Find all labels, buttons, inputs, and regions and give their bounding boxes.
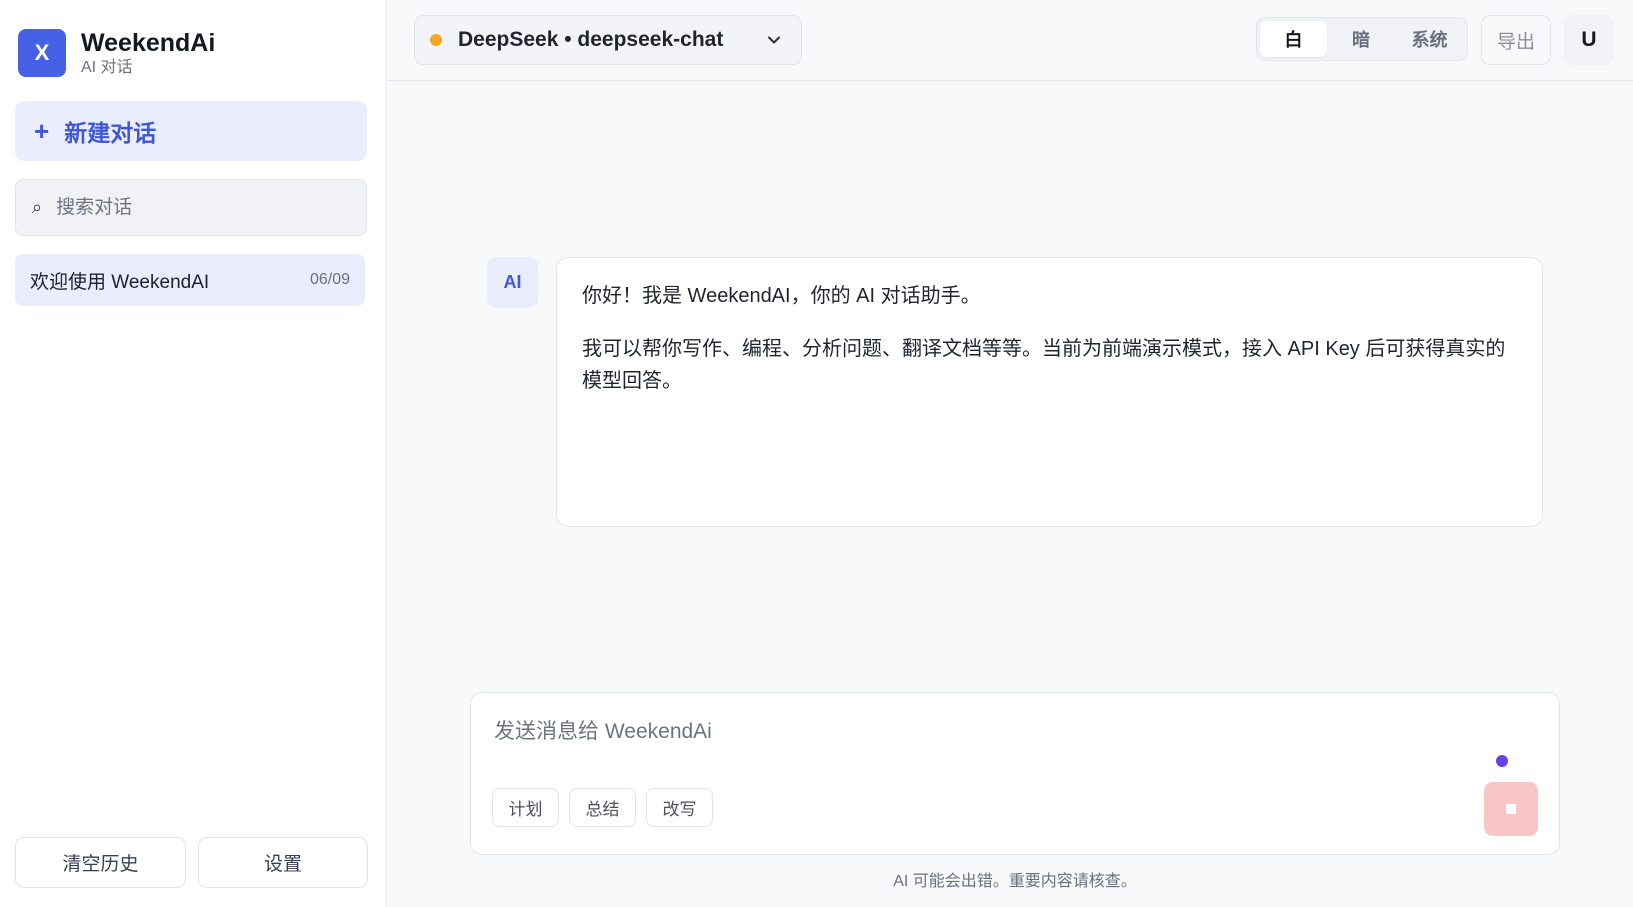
message-paragraph: 我可以帮你写作、编程、分析问题、翻译文档等等。当前为前端演示模式，接入 API … [582, 338, 1506, 392]
chevron-down-icon [768, 36, 780, 44]
theme-system-button[interactable]: 系统 [1395, 21, 1464, 57]
new-chat-button[interactable]: + 新建对话 [15, 101, 367, 161]
theme-dark-button[interactable]: 暗 [1327, 21, 1395, 57]
quick-action-rewrite[interactable]: 改写 [646, 788, 713, 827]
quick-action-summarize[interactable]: 总结 [569, 788, 636, 827]
ai-message: 你好！我是 WeekendAI，你的 AI 对话助手。 我可以帮你写作、编程、分… [556, 257, 1543, 527]
brand: X WeekendAi AI 对话 [18, 29, 215, 77]
search-box: ⌕ [15, 179, 367, 236]
top-bar: DeepSeek • deepseek-chat 白 暗 系统 导出 U [388, 0, 1633, 81]
message-input[interactable] [494, 715, 1474, 755]
sidebar: X WeekendAi AI 对话 + 新建对话 ⌕ 欢迎使用 WeekendA… [0, 0, 387, 907]
stop-icon [1506, 804, 1516, 814]
search-icon: ⌕ [32, 197, 43, 217]
settings-button[interactable]: 设置 [198, 837, 368, 888]
disclaimer-text: AI 可能会出错。重要内容请核查。 [893, 873, 1137, 890]
user-avatar-button[interactable]: U [1564, 15, 1614, 65]
search-input[interactable] [56, 196, 327, 219]
app-name: WeekendAi [81, 28, 216, 57]
app-logo: X [18, 29, 66, 77]
status-dot-icon [1496, 755, 1508, 767]
model-label: DeepSeek • deepseek-chat [458, 28, 724, 51]
new-chat-label: 新建对话 [64, 120, 157, 146]
message-composer: 计划 总结 改写 [470, 692, 1560, 855]
app-subtitle: AI 对话 [81, 58, 133, 76]
conversation-item[interactable]: 欢迎使用 WeekendAI 06/09 [15, 254, 365, 306]
theme-light-button[interactable]: 白 [1260, 21, 1327, 57]
ai-avatar: AI [487, 257, 538, 308]
model-selector[interactable]: DeepSeek • deepseek-chat [414, 15, 802, 65]
stop-button[interactable] [1484, 782, 1538, 836]
message-paragraph: 你好！我是 WeekendAI，你的 AI 对话助手。 [582, 285, 981, 307]
conversation-date: 06/09 [309, 271, 350, 288]
theme-switcher: 白 暗 系统 [1256, 17, 1468, 61]
quick-action-plan[interactable]: 计划 [492, 788, 559, 827]
model-status-dot [430, 34, 442, 46]
conversation-title: 欢迎使用 WeekendAI [30, 271, 210, 293]
brand-text: WeekendAi AI 对话 [81, 28, 216, 76]
clear-history-button[interactable]: 清空历史 [15, 837, 186, 888]
export-button[interactable]: 导出 [1481, 15, 1551, 65]
plus-icon: + [34, 116, 50, 146]
